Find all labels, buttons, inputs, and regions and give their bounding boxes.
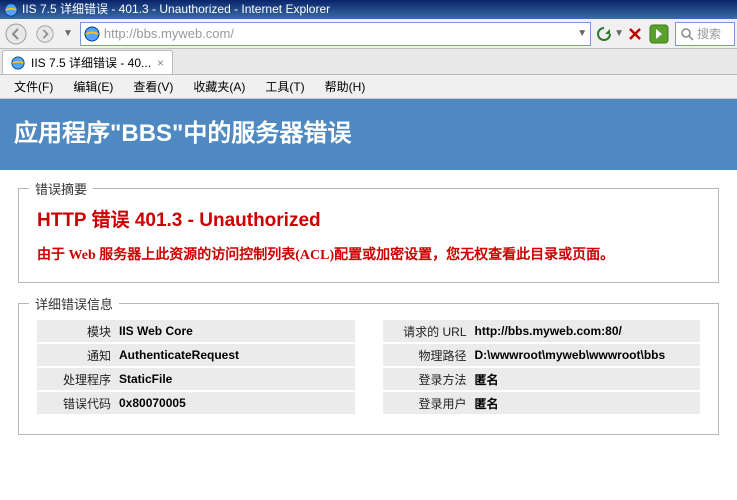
page-content: 错误摘要 HTTP 错误 401.3 - Unauthorized 由于 Web… [0, 170, 737, 435]
ie-icon [84, 26, 100, 42]
url-input[interactable] [104, 26, 573, 41]
summary-legend: 错误摘要 [29, 179, 93, 198]
menu-view[interactable]: 查看(V) [123, 75, 183, 98]
navbar: ▼ ▼ ▼ 搜索 [0, 19, 737, 49]
menu-favorites[interactable]: 收藏夹(A) [183, 75, 255, 98]
tab-label: IIS 7.5 详细错误 - 40... [31, 54, 151, 71]
detail-col-right: 请求的 URLhttp://bbs.myweb.com:80/ 物理路径D:\w… [383, 320, 701, 416]
ie-icon [4, 3, 18, 17]
detail-row: 登录方法匿名 [383, 368, 701, 390]
menu-tools[interactable]: 工具(T) [255, 75, 314, 98]
url-box[interactable]: ▼ [80, 22, 591, 46]
detail-row: 模块IIS Web Core [37, 320, 355, 342]
search-placeholder: 搜索 [697, 25, 721, 42]
forward-button[interactable] [31, 21, 59, 47]
close-icon[interactable]: × [157, 56, 164, 70]
window-title: IIS 7.5 详细错误 - 401.3 - Unauthorized - In… [22, 0, 330, 19]
error-summary-box: 错误摘要 HTTP 错误 401.3 - Unauthorized 由于 Web… [18, 188, 719, 283]
error-detail-box: 详细错误信息 模块IIS Web Core 通知AuthenticateRequ… [18, 303, 719, 435]
search-icon [680, 27, 694, 41]
detail-col-left: 模块IIS Web Core 通知AuthenticateRequest 处理程… [37, 320, 355, 416]
chevron-down-icon[interactable]: ▼ [577, 28, 587, 39]
search-box[interactable]: 搜索 [675, 22, 735, 46]
tab-active[interactable]: IIS 7.5 详细错误 - 40... × [2, 50, 173, 74]
detail-row: 通知AuthenticateRequest [37, 344, 355, 366]
go-button[interactable] [647, 22, 671, 46]
detail-row: 处理程序StaticFile [37, 368, 355, 390]
chevron-down-icon[interactable]: ▼ [614, 28, 624, 39]
detail-row: 错误代码0x80070005 [37, 392, 355, 414]
error-description: 由于 Web 服务器上此资源的访问控制列表(ACL)配置或加密设置，您无权查看此… [37, 244, 700, 264]
detail-row: 登录用户匿名 [383, 392, 701, 414]
stop-button[interactable] [624, 21, 646, 47]
detail-row: 请求的 URLhttp://bbs.myweb.com:80/ [383, 320, 701, 342]
window-titlebar: IIS 7.5 详细错误 - 401.3 - Unauthorized - In… [0, 0, 737, 19]
menu-bar: 文件(F) 编辑(E) 查看(V) 收藏夹(A) 工具(T) 帮助(H) [0, 75, 737, 99]
menu-edit[interactable]: 编辑(E) [63, 75, 123, 98]
error-header: 应用程序"BBS"中的服务器错误 [0, 99, 737, 170]
refresh-button[interactable]: ▼ [595, 25, 624, 43]
error-code-title: HTTP 错误 401.3 - Unauthorized [37, 205, 700, 232]
detail-row: 物理路径D:\wwwroot\myweb\wwwroot\bbs [383, 344, 701, 366]
page-title: 应用程序"BBS"中的服务器错误 [0, 99, 737, 170]
detail-legend: 详细错误信息 [29, 294, 119, 313]
menu-help[interactable]: 帮助(H) [315, 75, 376, 98]
ie-icon [11, 56, 25, 70]
tab-bar: IIS 7.5 详细错误 - 40... × [0, 49, 737, 75]
back-button[interactable] [2, 21, 30, 47]
chevron-down-icon[interactable]: ▼ [63, 28, 73, 39]
menu-file[interactable]: 文件(F) [4, 75, 63, 98]
